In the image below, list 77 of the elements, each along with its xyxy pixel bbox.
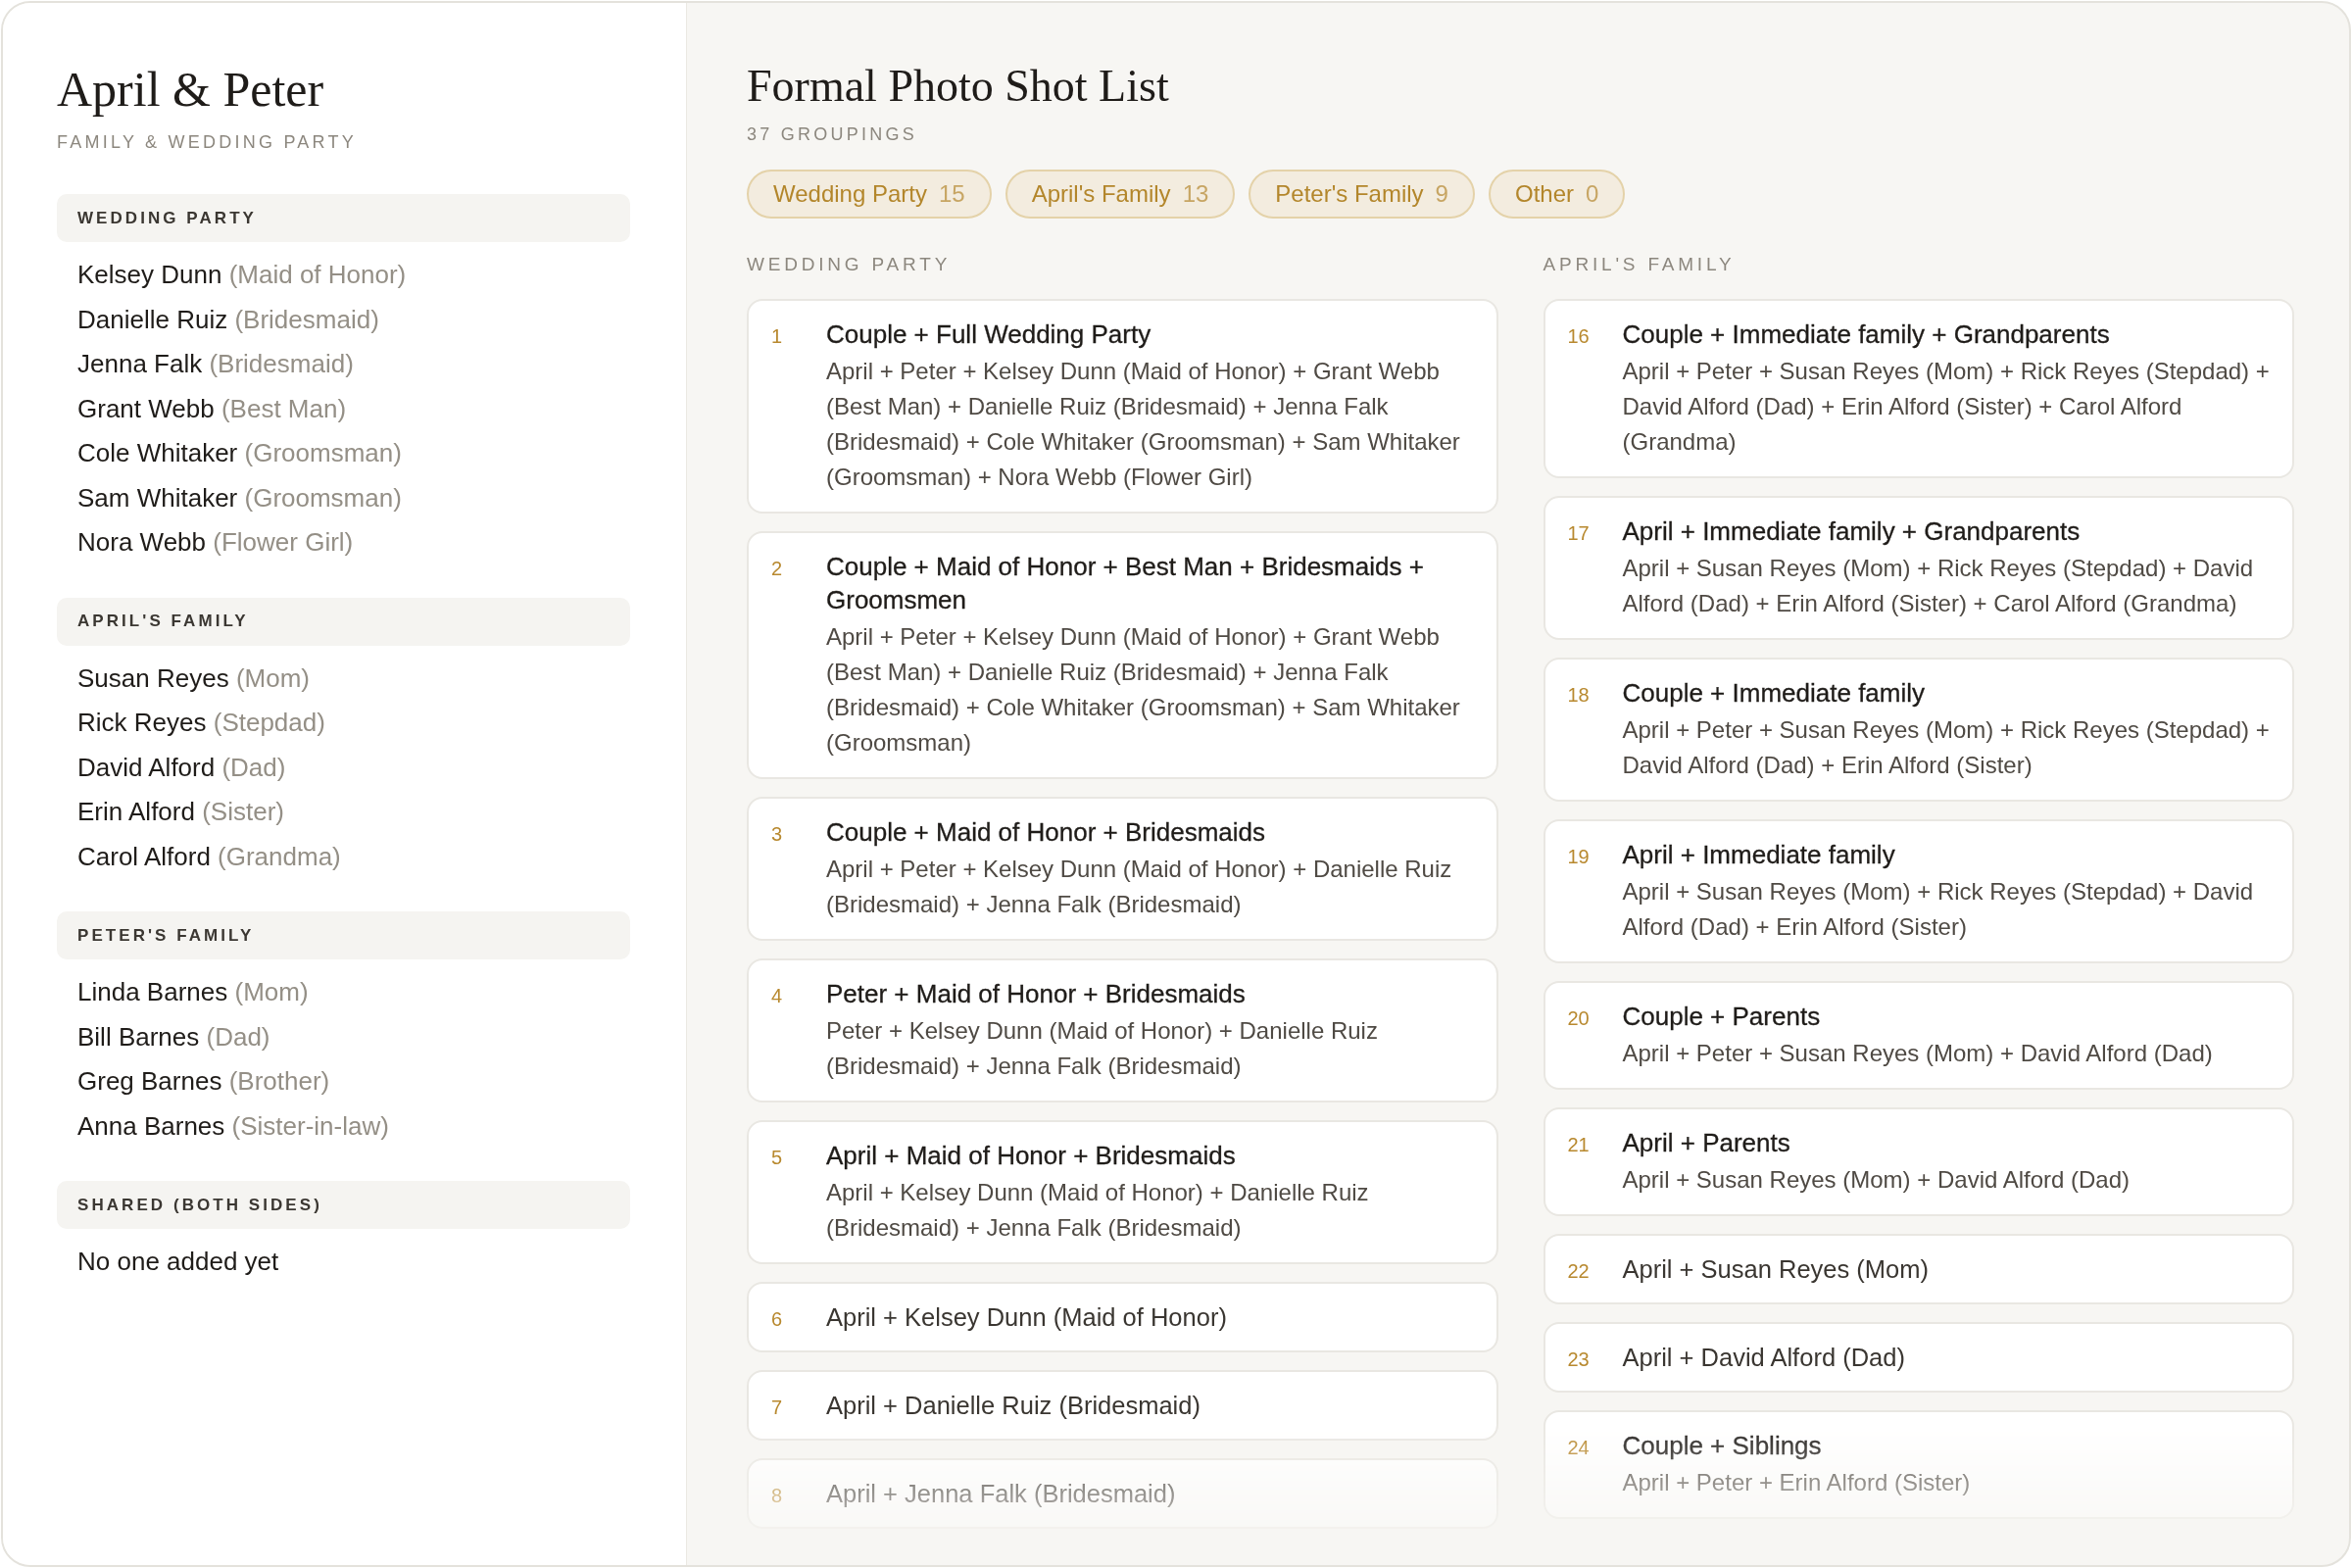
column-heading: APRIL'S FAMILY	[1543, 253, 1737, 276]
group-heading: PETER'S FAMILY	[57, 911, 630, 959]
shot-people: April + Danielle Ruiz (Bridesmaid)	[826, 1391, 1201, 1421]
person-entry: Erin Alford (Sister)	[77, 796, 285, 828]
shot-title: April + Parents	[1622, 1127, 1791, 1159]
shot-number: 16	[1567, 324, 1591, 349]
shot-people: April + Jenna Falk (Bridesmaid)	[826, 1479, 1177, 1509]
person-entry: Nora Webb (Flower Girl)	[77, 526, 355, 559]
shot-title: Couple + Immediate family + Grandparents	[1622, 318, 2111, 351]
shot-people: April + Peter + Susan Reyes (Mom) + Rick Reyes (Stepdad) + David Alford (Dad) + Erin Alford (Sister)	[1622, 715, 2271, 780]
shot-people: April + Peter + Susan Reyes (Mom) + David Alford (Dad)	[1622, 1039, 2214, 1068]
filter-chip[interactable]: April's Family 13	[1004, 170, 1236, 219]
group-heading: APRIL'S FAMILY	[57, 597, 630, 646]
shot-people: April + Peter + Kelsey Dunn (Maid of Honor) + Grant Webb (Best Man) + Danielle Ruiz (Bridesmaid) + Jenna Falk (Bridesmaid) + Cole Whitaker (Groomsman) + Sam Whitaker (Groomsman) + Nora Webb (Flower Girl)	[826, 357, 1461, 492]
person-entry: Greg Barnes (Brother)	[77, 1065, 331, 1098]
shot-people: April + Peter + Susan Reyes (Mom) + Rick Reyes (Stepdad) + David Alford (Dad) + Erin Alford (Sister) + Carol Alford (Grandma)	[1622, 357, 2271, 457]
filter-chip[interactable]: Other 0	[1488, 170, 1626, 219]
page-title: Formal Photo Shot List	[747, 60, 1170, 113]
person-entry: David Alford (Dad)	[77, 751, 287, 784]
person-entry: Anna Barnes (Sister-in-law)	[77, 1109, 390, 1143]
shot-number: 24	[1567, 1436, 1591, 1460]
shot-title: Couple + Maid of Honor + Best Man + Bridesmaids + Groomsmen	[826, 551, 1425, 616]
person-entry: Rick Reyes (Stepdad)	[77, 707, 326, 739]
person-entry: Jenna Falk (Bridesmaid)	[77, 348, 355, 380]
shot-number: 3	[771, 822, 784, 847]
empty-note: No one added yet	[77, 1246, 280, 1278]
shot-people: April + Susan Reyes (Mom) + David Alford (Dad)	[1622, 1165, 2132, 1195]
person-entry: Linda Barnes (Mom)	[77, 976, 310, 1008]
shot-title: April + Immediate family + Grandparents	[1622, 515, 2082, 548]
shot-title: Couple + Siblings	[1622, 1430, 1823, 1462]
person-entry: Bill Barnes (Dad)	[77, 1020, 271, 1054]
group-heading: WEDDING PARTY	[57, 194, 630, 242]
sidebar-subtitle: FAMILY & WEDDING PARTY	[57, 131, 358, 154]
shot-title: Couple + Parents	[1622, 1001, 1822, 1033]
shot-people: April + Peter + Kelsey Dunn (Maid of Honor) + Grant Webb (Best Man) + Danielle Ruiz (Bridesmaid) + Jenna Falk (Bridesmaid) + Cole Whitaker (Groomsman) + Sam Whitaker (Groomsman)	[826, 622, 1461, 758]
shot-number: 20	[1567, 1006, 1591, 1031]
shot-people: April + Peter + Kelsey Dunn (Maid of Honor) + Danielle Ruiz (Bridesmaid) + Jenna Falk (Bridesmaid)	[826, 855, 1453, 919]
person-entry: Sam Whitaker (Groomsman)	[77, 481, 403, 514]
column-heading: WEDDING PARTY	[747, 253, 953, 276]
shot-people: April + Susan Reyes (Mom) + Rick Reyes (Stepdad) + David Alford (Dad) + Erin Alford (Sister)	[1622, 877, 2255, 942]
person-entry: Cole Whitaker (Groomsman)	[77, 437, 403, 469]
shot-number: 2	[771, 557, 784, 581]
shot-number: 5	[771, 1146, 784, 1170]
shot-number: 22	[1567, 1259, 1591, 1284]
shot-people: April + Susan Reyes (Mom) + Rick Reyes (Stepdad) + David Alford (Dad) + Erin Alford (Sister) + Carol Alford (Grandma)	[1622, 554, 2255, 618]
shot-number: 19	[1567, 845, 1591, 869]
group-heading: SHARED (BOTH SIDES)	[57, 1181, 630, 1229]
person-entry: Grant Webb (Best Man)	[77, 392, 348, 425]
shot-number: 6	[771, 1307, 784, 1332]
shot-title: Peter + Maid of Honor + Bridesmaids	[826, 978, 1247, 1010]
shot-people: April + Peter + Erin Alford (Sister)	[1622, 1468, 1972, 1497]
groupings-count: 37 GROUPINGS	[747, 123, 918, 146]
shot-people: April + Susan Reyes (Mom)	[1622, 1254, 1930, 1285]
filter-chip[interactable]: Wedding Party 15	[747, 170, 992, 219]
shot-number: 18	[1567, 683, 1591, 708]
shot-number: 21	[1567, 1133, 1591, 1157]
couple-title: April & Peter	[57, 61, 325, 119]
shot-title: April + Immediate family	[1622, 839, 1896, 871]
shot-title: Couple + Maid of Honor + Bridesmaids	[826, 816, 1266, 849]
shot-title: Couple + Full Wedding Party	[826, 318, 1152, 351]
shot-number: 17	[1567, 521, 1591, 546]
person-entry: Carol Alford (Grandma)	[77, 840, 342, 873]
person-entry: Danielle Ruiz (Bridesmaid)	[77, 303, 380, 336]
filter-chip[interactable]: Peter's Family 9	[1249, 170, 1475, 219]
shot-number: 7	[771, 1396, 784, 1420]
shot-people: April + Kelsey Dunn (Maid of Honor)	[826, 1302, 1228, 1333]
shot-title: April + Maid of Honor + Bridesmaids	[826, 1140, 1237, 1172]
shot-number: 1	[771, 324, 784, 349]
shot-people: April + Kelsey Dunn (Maid of Honor) + Danielle Ruiz (Bridesmaid) + Jenna Falk (Bridesmaid)	[826, 1178, 1370, 1243]
shot-title: Couple + Immediate family	[1622, 677, 1927, 710]
shot-people: April + David Alford (Dad)	[1622, 1343, 1906, 1373]
shot-people: Peter + Kelsey Dunn (Maid of Honor) + Danielle Ruiz (Bridesmaid) + Jenna Falk (Bridesmaid)	[826, 1016, 1379, 1081]
shot-number: 23	[1567, 1348, 1591, 1372]
person-entry: Kelsey Dunn (Maid of Honor)	[77, 259, 408, 291]
shot-number: 8	[771, 1484, 784, 1508]
person-entry: Susan Reyes (Mom)	[77, 662, 311, 695]
shot-number: 4	[771, 984, 784, 1008]
